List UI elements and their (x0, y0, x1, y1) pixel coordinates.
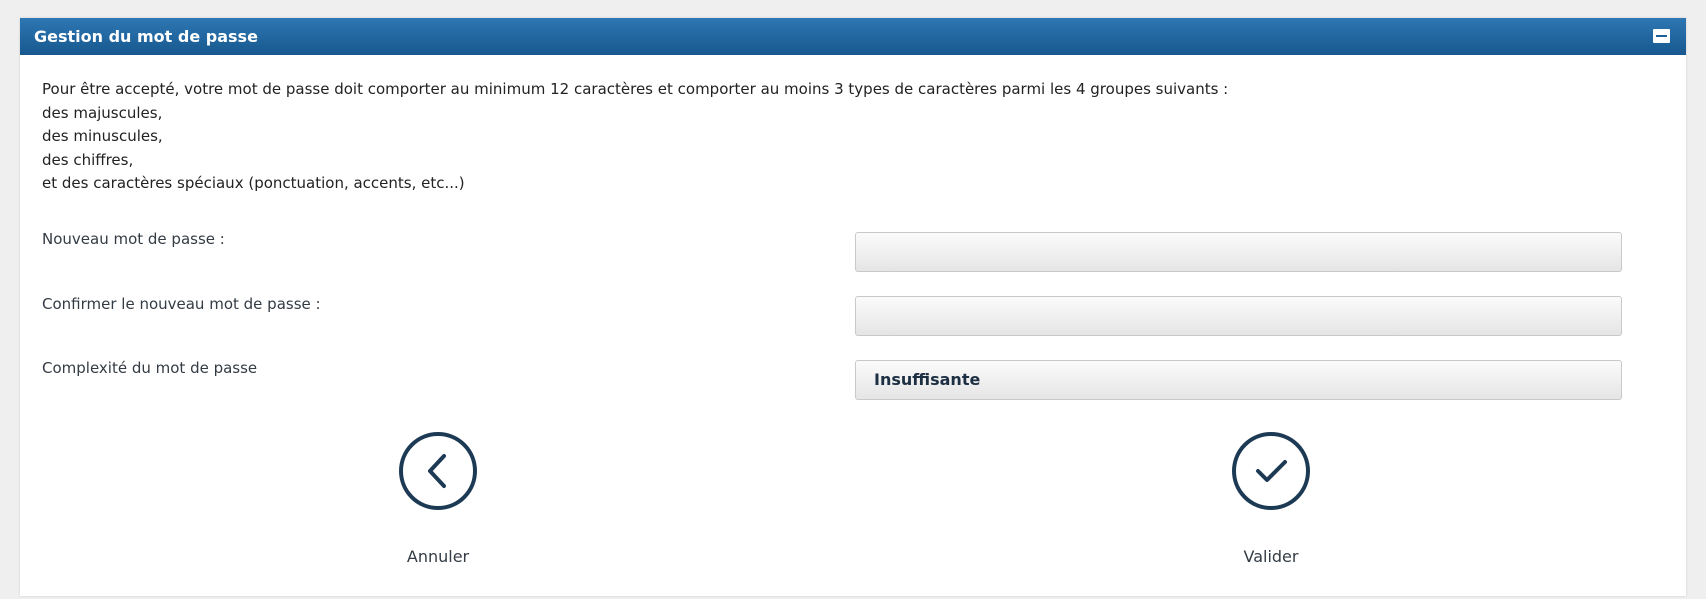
rules-item: des minuscules, (42, 127, 163, 145)
rules-item: et des caractères spéciaux (ponctuation,… (42, 174, 465, 192)
rules-item: des majuscules, (42, 103, 163, 122)
minus-box-icon[interactable] (1653, 29, 1670, 43)
submit-label: Valider (1243, 547, 1299, 566)
complexity-indicator: Insuffisante (855, 360, 1622, 400)
rules-item: des chiffres, (42, 150, 134, 169)
password-rules: Pour être accepté, votre mot de passe do… (42, 78, 1228, 196)
new-password-label: Nouveau mot de passe : (42, 230, 225, 248)
confirm-password-input[interactable] (855, 296, 1622, 336)
complexity-label: Complexité du mot de passe (42, 359, 258, 377)
rules-intro: Pour être accepté, votre mot de passe do… (42, 80, 1229, 98)
panel-header: Gestion du mot de passe (20, 18, 1686, 55)
minus-bar (1656, 35, 1667, 37)
cancel-button[interactable]: Annuler (378, 431, 498, 566)
chevron-left-circle-icon (399, 432, 477, 510)
submit-button[interactable]: Valider (1211, 431, 1331, 566)
password-management-panel: Gestion du mot de passe Pour être accept… (20, 18, 1686, 596)
confirm-password-label: Confirmer le nouveau mot de passe : (42, 295, 321, 313)
check-circle-icon (1232, 432, 1310, 510)
panel-title: Gestion du mot de passe (34, 27, 258, 46)
cancel-label: Annuler (406, 547, 470, 566)
new-password-input[interactable] (855, 232, 1622, 272)
